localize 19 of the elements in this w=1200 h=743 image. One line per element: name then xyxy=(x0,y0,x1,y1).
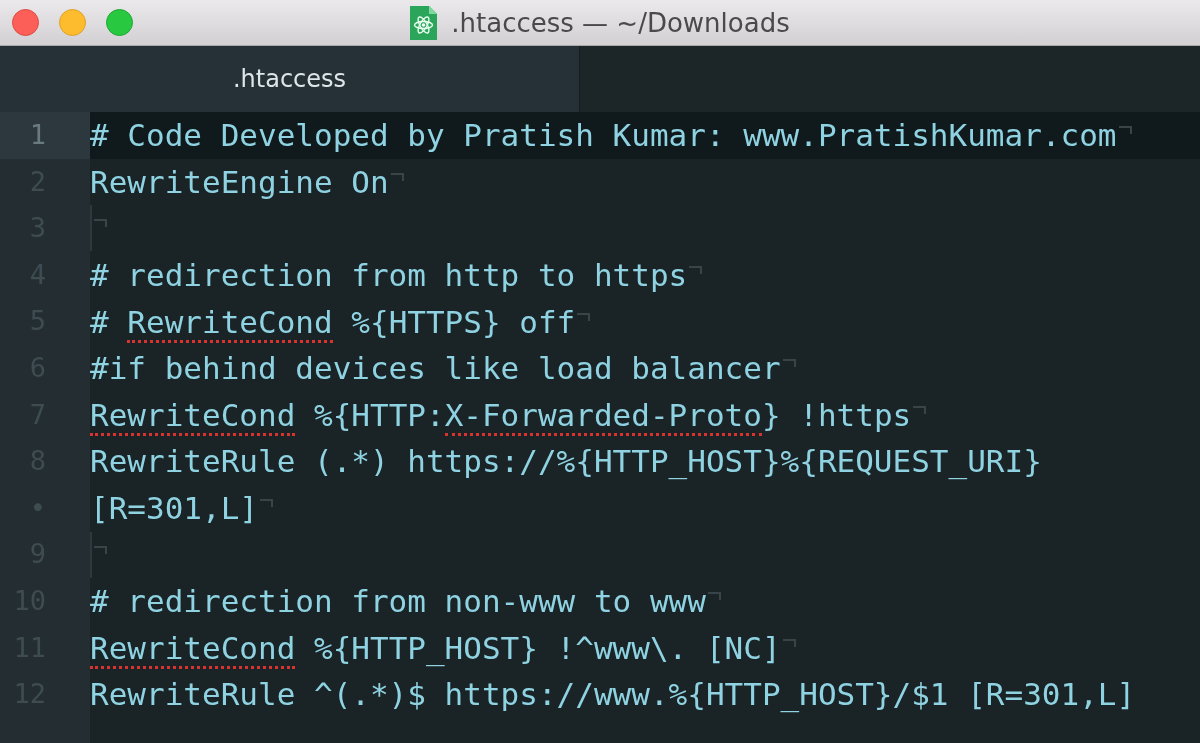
atom-file-icon xyxy=(410,6,438,40)
code-line: [R=301,L] xyxy=(90,490,258,527)
code-line: RewriteCond %{HTTP_HOST} !^www\. [NC] xyxy=(90,629,781,666)
code-line: #if behind devices like load balancer xyxy=(90,350,781,387)
code-line: # RewriteCond %{HTTPS} off xyxy=(90,303,576,340)
close-button[interactable] xyxy=(12,9,39,36)
window-title: .htaccess — ~/Downloads xyxy=(451,6,790,40)
code-line: # redirection from non-www to www xyxy=(90,583,706,620)
line-number: 1 xyxy=(29,118,46,153)
editor-tab[interactable]: .htaccess xyxy=(0,46,580,112)
code-line: RewriteRule (.*) https://%{HTTP_HOST}%{REQUEST_URI} xyxy=(90,443,1042,480)
code-line: RewriteCond %{HTTP:X-Forwarded-Proto} !https xyxy=(90,396,912,433)
wrap-marker: • xyxy=(29,490,46,525)
zoom-button[interactable] xyxy=(106,9,133,36)
code-line: RewriteEngine On xyxy=(90,163,389,200)
code-line: # redirection from http to https xyxy=(90,257,688,294)
minimize-button[interactable] xyxy=(59,9,86,36)
code-line: RewriteRule ^(.*)$ https://www.%{HTTP_HOST}/$1 [R=301,L] xyxy=(90,676,1136,713)
code-line: # Code Developed by Pratish Kumar: www.PratishKumar.com xyxy=(90,117,1117,154)
